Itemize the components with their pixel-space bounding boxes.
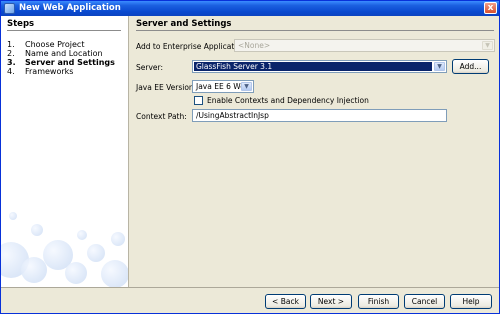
- title-bar: New Web Application x: [1, 1, 499, 16]
- app-icon: [4, 3, 15, 14]
- step-label: Server and Settings: [25, 58, 115, 67]
- add-server-button[interactable]: Add...: [452, 59, 489, 74]
- step-number: 4.: [7, 67, 15, 76]
- back-button[interactable]: < Back: [265, 294, 306, 309]
- decorative-bubbles: [1, 202, 128, 287]
- next-button[interactable]: Next >: [310, 294, 352, 309]
- step-label: Name and Location: [25, 49, 103, 58]
- window-title: New Web Application: [19, 3, 121, 13]
- chevron-down-icon: ▼: [241, 82, 252, 91]
- step-number: 3.: [7, 58, 16, 67]
- section-divider: [136, 30, 494, 31]
- server-combo[interactable]: GlassFish Server 3.1 ▼: [192, 60, 447, 73]
- button-bar: < Back Next > Finish Cancel Help: [1, 287, 499, 313]
- step-item-name-location: 2. Name and Location: [7, 49, 103, 58]
- cdi-checkbox[interactable]: [194, 96, 203, 105]
- server-label: Server:: [136, 63, 163, 72]
- enterprise-label: Add to Enterprise Application:: [136, 42, 249, 51]
- help-button[interactable]: Help: [450, 294, 492, 309]
- step-label: Frameworks: [25, 67, 74, 76]
- step-item-server-settings: 3. Server and Settings: [7, 58, 115, 67]
- step-label: Choose Project: [25, 40, 85, 49]
- steps-divider: [7, 30, 121, 31]
- steps-panel: Steps 1. Choose Project 2. Name and Locati…: [1, 16, 129, 287]
- close-icon[interactable]: x: [484, 2, 497, 14]
- section-title: Server and Settings: [136, 19, 232, 29]
- javaee-version-combo[interactable]: Java EE 6 Web ▼: [192, 80, 254, 93]
- step-item-frameworks: 4. Frameworks: [7, 67, 73, 76]
- chevron-down-icon: ▼: [482, 41, 493, 50]
- chevron-down-icon: ▼: [434, 62, 445, 71]
- steps-title: Steps: [7, 19, 35, 29]
- main-area: Server and Settings Add to Enterprise Ap…: [130, 16, 499, 287]
- step-item-choose-project: 1. Choose Project: [7, 40, 84, 49]
- finish-button[interactable]: Finish: [358, 294, 399, 309]
- context-path-field[interactable]: /UsingAbstractInJsp: [192, 109, 447, 122]
- cdi-label[interactable]: Enable Contexts and Dependency Injection: [207, 96, 369, 105]
- step-number: 2.: [7, 49, 15, 58]
- wizard-window: New Web Application x Steps 1. Choose Pro…: [0, 0, 500, 314]
- step-number: 1.: [7, 40, 15, 49]
- context-path-value: /UsingAbstractInJsp: [196, 111, 269, 120]
- context-path-label: Context Path:: [136, 112, 187, 121]
- server-value: GlassFish Server 3.1: [194, 62, 432, 71]
- javaee-label: Java EE Version:: [136, 83, 197, 92]
- cancel-button[interactable]: Cancel: [404, 294, 445, 309]
- enterprise-value: <None>: [238, 41, 271, 50]
- enterprise-app-combo[interactable]: <None> ▼: [234, 39, 495, 52]
